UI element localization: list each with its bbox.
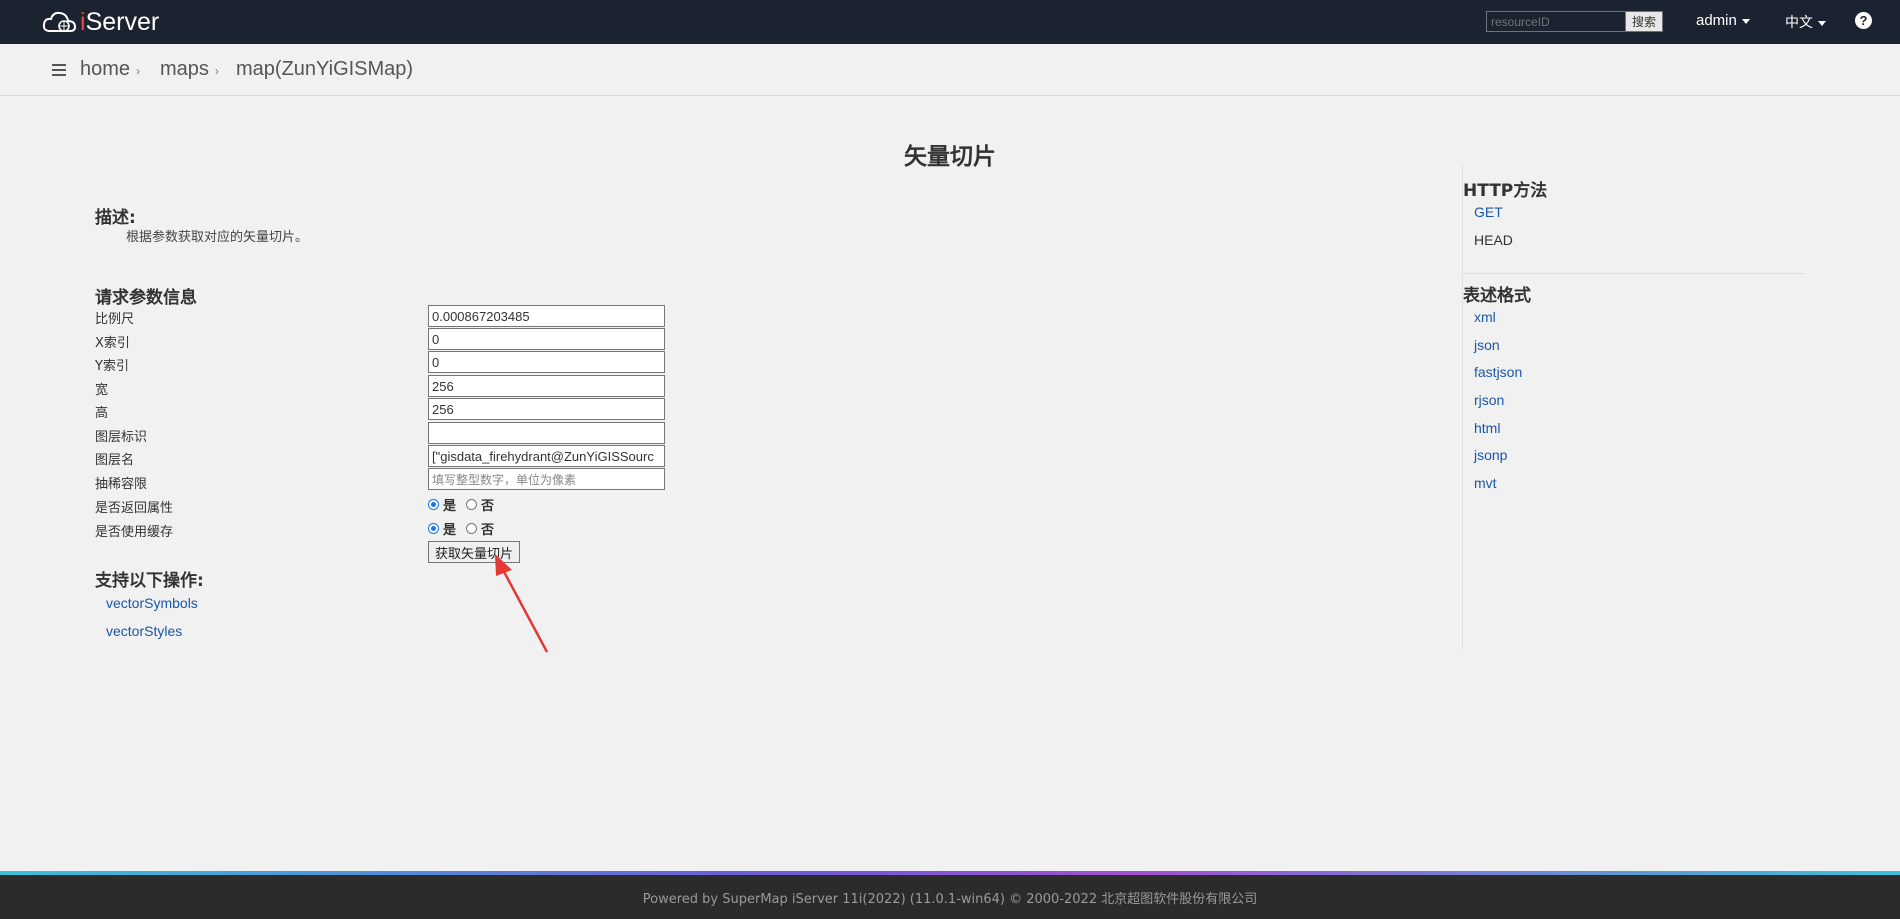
top-navbar: iServer 搜索 admin 中文 ? [0, 0, 1900, 44]
resource-search-input[interactable] [1486, 11, 1626, 32]
help-icon[interactable]: ? [1855, 12, 1872, 29]
param-label-layer-id: 图层标识 [95, 430, 148, 445]
page-title: 矢量切片 [904, 144, 996, 170]
sidebar-divider [1462, 165, 1463, 650]
x-index-input[interactable] [428, 328, 665, 350]
height-input[interactable] [428, 398, 665, 420]
param-label-return-attributes: 是否返回属性 [95, 501, 174, 516]
breadcrumb-current-map[interactable]: map(ZunYiGISMap) [236, 58, 413, 81]
caret-down-icon [1818, 20, 1826, 26]
user-menu[interactable]: admin [1696, 12, 1750, 29]
width-input[interactable] [428, 375, 665, 397]
http-method-get[interactable]: GET [1474, 204, 1503, 220]
formats-heading: 表述格式 [1463, 286, 1531, 306]
use-cache-yes-radio[interactable] [428, 523, 439, 534]
layer-id-input[interactable] [428, 422, 665, 444]
param-label-y: Y索引 [95, 359, 129, 374]
format-link-mvt[interactable]: mvt [1474, 475, 1497, 491]
use-cache-radio-group: 是 否 [428, 519, 504, 538]
breadcrumb-home[interactable]: home › [80, 58, 140, 81]
param-label-scale: 比例尺 [95, 312, 135, 327]
cloud-globe-icon [42, 11, 77, 32]
user-name: admin [1696, 12, 1737, 29]
format-link-html[interactable]: html [1474, 420, 1500, 436]
format-link-jsonp[interactable]: jsonp [1474, 447, 1507, 463]
y-index-input[interactable] [428, 351, 665, 373]
params-heading: 请求参数信息 [95, 288, 197, 308]
layer-name-input[interactable] [428, 445, 665, 467]
param-label-width: 宽 [95, 383, 109, 398]
return-attributes-yes-radio[interactable] [428, 499, 439, 510]
scale-input[interactable] [428, 305, 665, 327]
param-label-use-cache: 是否使用缓存 [95, 525, 174, 540]
footer-text: Powered by SuperMap iServer 11i(2022) (1… [642, 891, 1258, 907]
breadcrumb-maps[interactable]: maps › [160, 58, 219, 81]
list-icon [52, 64, 66, 76]
caret-down-icon [1741, 18, 1750, 24]
footer: Powered by SuperMap iServer 11i(2022) (1… [0, 875, 1900, 919]
tolerance-input[interactable] [428, 468, 665, 490]
language-menu[interactable]: 中文 [1785, 12, 1826, 32]
operations-heading: 支持以下操作: [95, 571, 204, 591]
language-label: 中文 [1785, 15, 1813, 31]
logo-text: iServer [80, 7, 160, 36]
http-methods-heading: HTTP方法 [1463, 181, 1548, 201]
param-label-tolerance: 抽稀容限 [95, 477, 148, 492]
param-label-layer-name: 图层名 [95, 453, 135, 468]
use-cache-no-radio[interactable] [466, 523, 478, 534]
iserver-logo[interactable]: iServer [42, 6, 159, 38]
red-arrow-annotation [495, 554, 549, 653]
operation-link-vectorsymbols[interactable]: vectorSymbols [106, 595, 198, 611]
format-link-xml[interactable]: xml [1474, 309, 1496, 325]
return-attributes-no-radio[interactable] [466, 499, 478, 510]
format-link-json[interactable]: json [1474, 337, 1500, 353]
search-button[interactable]: 搜索 [1625, 11, 1663, 32]
sidebar-separator [1463, 273, 1805, 274]
description-text: 根据参数获取对应的矢量切片。 [126, 230, 309, 245]
http-method-head: HEAD [1474, 232, 1513, 248]
format-link-fastjson[interactable]: fastjson [1474, 364, 1522, 380]
operation-link-vectorstyles[interactable]: vectorStyles [106, 623, 182, 639]
param-label-height: 高 [95, 406, 109, 421]
format-link-rjson[interactable]: rjson [1474, 392, 1504, 408]
breadcrumb: home › maps › map(ZunYiGISMap) [0, 44, 1900, 96]
param-label-x: X索引 [95, 336, 130, 351]
description-heading: 描述: [95, 208, 136, 228]
return-attributes-radio-group: 是 否 [428, 495, 504, 514]
